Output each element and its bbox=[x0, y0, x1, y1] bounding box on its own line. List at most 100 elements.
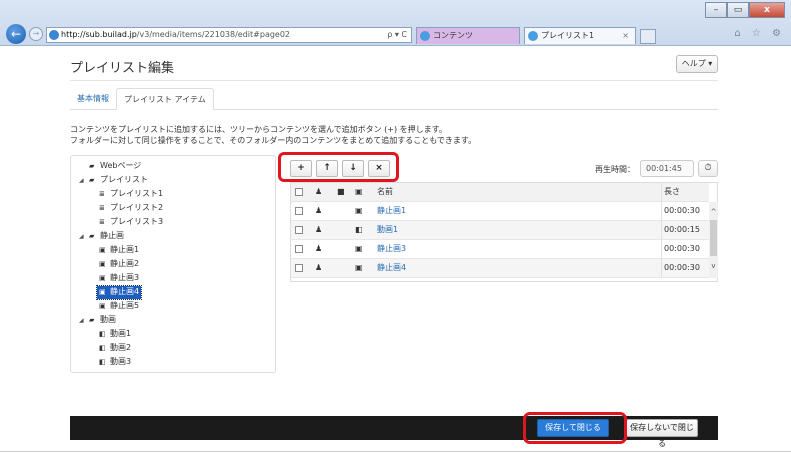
page-icon bbox=[528, 31, 538, 41]
tree-node[interactable]: ▣ 静止画3 bbox=[99, 272, 139, 285]
tab-basic-info[interactable]: 基本情報 bbox=[70, 88, 116, 110]
instruction-line: フォルダーに対して同じ操作をすることで、そのフォルダー内のコンテンツをまとめて追… bbox=[70, 136, 477, 145]
tree-node[interactable]: ◢ ▰ 動画 bbox=[79, 314, 116, 327]
browser-tab-label: プレイリスト1 bbox=[541, 31, 595, 40]
column-header-length[interactable]: 長さ bbox=[661, 183, 709, 202]
expand-triangle-icon[interactable]: ◢ bbox=[79, 315, 89, 327]
row-length: 00:00:30 bbox=[661, 259, 709, 278]
remove-button[interactable]: × bbox=[368, 160, 390, 177]
scroll-up-icon[interactable]: ^ bbox=[709, 208, 718, 216]
move-down-button[interactable]: ↓ bbox=[342, 160, 364, 177]
url-domain: http://sub.builad.jp bbox=[61, 30, 137, 39]
tree-node-label: プレイリスト3 bbox=[110, 217, 164, 226]
clock-icon[interactable]: ⏱ bbox=[698, 160, 718, 177]
tree-node[interactable]: ◧ 動画2 bbox=[99, 342, 131, 355]
tree-node[interactable]: ▣ 静止画5 bbox=[99, 300, 139, 313]
add-button[interactable]: + bbox=[290, 160, 312, 177]
page-title: プレイリスト編集 bbox=[70, 61, 175, 76]
tree-node[interactable]: ◢ ▰ 静止画 bbox=[79, 230, 124, 243]
forward-button[interactable]: → bbox=[29, 27, 43, 41]
browser-tab-contents[interactable]: コンテンツ bbox=[416, 27, 520, 44]
row-checkbox[interactable] bbox=[295, 259, 309, 278]
playlist-table: ♟ ■ ▣ 名前 長さ ♟ ▣ 静止画1 00:00:30 ♟ ◧ 動画1 00… bbox=[290, 182, 718, 282]
close-without-saving-button[interactable]: 保存しないで閉じる bbox=[626, 419, 698, 448]
play-time-field: 00:01:45 bbox=[640, 160, 694, 177]
image-icon: ▣ bbox=[99, 302, 106, 310]
user-icon: ♟ bbox=[315, 263, 323, 272]
image-icon: ▣ bbox=[99, 246, 106, 254]
tree-node-label: 動画2 bbox=[110, 343, 132, 352]
tree-node[interactable]: ◢ ▰ プレイリスト bbox=[79, 174, 148, 187]
browser-chrome: – ▭ x ← → http://sub.builad.jp/v3/media/… bbox=[0, 0, 791, 46]
select-all-checkbox[interactable] bbox=[295, 183, 309, 202]
row-checkbox[interactable] bbox=[295, 240, 309, 259]
tree-node[interactable]: ≣ プレイリスト3 bbox=[99, 216, 163, 229]
row-name-link[interactable]: 静止画1 bbox=[377, 202, 657, 221]
tree-node[interactable]: ◧ 動画1 bbox=[99, 328, 131, 341]
tree-node-selected[interactable]: ▣ 静止画4 bbox=[95, 285, 143, 300]
table-scrollbar[interactable]: ^ v bbox=[709, 202, 718, 278]
new-tab-button[interactable] bbox=[640, 29, 656, 44]
list-icon: ≣ bbox=[99, 218, 105, 226]
tree-node[interactable]: ▣ 静止画1 bbox=[99, 244, 139, 257]
table-row[interactable]: ♟ ◧ 動画1 00:00:15 bbox=[291, 221, 709, 240]
image-icon: ▣ bbox=[99, 260, 106, 268]
image-icon: ▣ bbox=[355, 187, 363, 196]
column-header-name[interactable]: 名前 bbox=[377, 183, 657, 202]
tree-node-label: プレイリスト2 bbox=[110, 203, 164, 212]
play-time-label: 再生時間： bbox=[595, 165, 635, 174]
tree-node-label: 静止画1 bbox=[110, 245, 140, 254]
content-tree: ▰ Webページ ◢ ▰ プレイリスト ≣ プレイリスト1 ≣ プレイリスト2 ≣ プレイリ… bbox=[70, 155, 276, 373]
row-checkbox[interactable] bbox=[295, 221, 309, 240]
close-window-button[interactable]: x bbox=[749, 2, 785, 18]
folder-icon: ▰ bbox=[89, 162, 95, 170]
image-icon: ▣ bbox=[355, 206, 363, 215]
folder-icon: ▰ bbox=[89, 232, 95, 240]
maximize-button[interactable]: ▭ bbox=[727, 2, 749, 18]
row-name-link[interactable]: 動画1 bbox=[377, 221, 657, 240]
browser-tab-playlist[interactable]: プレイリスト1 × bbox=[524, 27, 636, 44]
tree-node[interactable]: ▰ Webページ bbox=[89, 160, 141, 173]
close-tab-icon[interactable]: × bbox=[622, 28, 629, 44]
tab-playlist-items[interactable]: プレイリスト アイテム bbox=[116, 88, 214, 110]
tree-node-label: 静止画4 bbox=[110, 287, 140, 296]
tree-node-label: Webページ bbox=[100, 161, 142, 170]
table-row[interactable]: ♟ ▣ 静止画1 00:00:30 bbox=[291, 202, 709, 221]
image-icon: ▣ bbox=[355, 263, 363, 272]
expand-triangle-icon[interactable]: ◢ bbox=[79, 175, 89, 187]
folder-icon: ▰ bbox=[89, 316, 95, 324]
film-icon: ◧ bbox=[99, 358, 106, 366]
move-up-button[interactable]: ↑ bbox=[316, 160, 338, 177]
expand-triangle-icon[interactable]: ◢ bbox=[79, 231, 89, 243]
tree-node[interactable]: ≣ プレイリスト1 bbox=[99, 188, 163, 201]
table-row[interactable]: ♟ ▣ 静止画4 00:00:30 bbox=[291, 259, 709, 278]
save-highlight bbox=[523, 412, 627, 444]
row-name-link[interactable]: 静止画4 bbox=[377, 259, 657, 278]
scroll-down-icon[interactable]: v bbox=[709, 262, 718, 270]
tree-node[interactable]: ▣ 静止画2 bbox=[99, 258, 139, 271]
browser-tab-label: コンテンツ bbox=[433, 31, 473, 40]
address-bar[interactable]: http://sub.builad.jp/v3/media/items/2210… bbox=[46, 27, 412, 43]
tree-node[interactable]: ≣ プレイリスト2 bbox=[99, 202, 163, 215]
minimize-button[interactable]: – bbox=[705, 2, 727, 18]
tree-node-label: プレイリスト bbox=[100, 175, 148, 184]
table-row[interactable]: ♟ ▣ 静止画3 00:00:30 bbox=[291, 240, 709, 259]
image-icon: ▣ bbox=[99, 274, 106, 282]
film-icon: ◧ bbox=[355, 225, 363, 234]
page-icon bbox=[420, 31, 430, 41]
browser-tools-icons[interactable]: ⌂ ☆ ⚙ bbox=[734, 28, 785, 39]
row-checkbox[interactable] bbox=[295, 202, 309, 221]
user-icon: ♟ bbox=[315, 187, 323, 196]
image-icon: ▣ bbox=[355, 244, 363, 253]
row-name-link[interactable]: 静止画3 bbox=[377, 240, 657, 259]
row-length: 00:00:15 bbox=[661, 221, 709, 240]
folder-icon: ▰ bbox=[89, 176, 95, 184]
list-icon: ≣ bbox=[99, 204, 105, 212]
back-button[interactable]: ← bbox=[6, 24, 26, 44]
tree-node[interactable]: ◧ 動画3 bbox=[99, 356, 131, 369]
scroll-thumb[interactable] bbox=[710, 220, 717, 256]
list-icon: ≣ bbox=[99, 190, 105, 198]
search-refresh-icon[interactable]: ρ ▾ C bbox=[387, 28, 407, 42]
ie-icon bbox=[49, 30, 59, 40]
help-button[interactable]: ヘルプ ▾ bbox=[676, 55, 718, 73]
